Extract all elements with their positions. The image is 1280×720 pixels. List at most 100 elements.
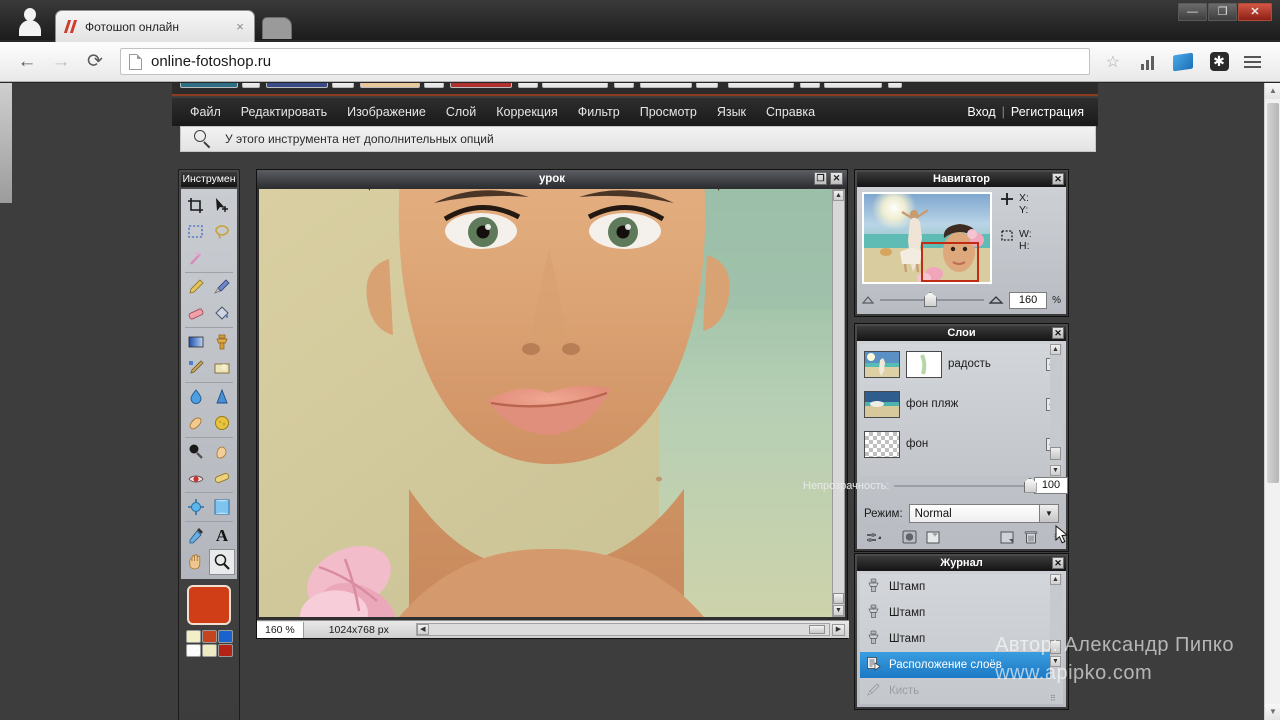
paint-bucket-tool[interactable]: [209, 300, 235, 326]
maximize-button[interactable]: ❐: [1208, 3, 1237, 21]
table-row[interactable]: фон пляж ✓: [860, 384, 1063, 424]
extension-blue-icon[interactable]: [1166, 45, 1200, 79]
menu-layer[interactable]: Слой: [436, 101, 486, 123]
blur-tool[interactable]: [183, 384, 209, 410]
layers-scroll-up-arrow[interactable]: ▲: [1050, 344, 1061, 355]
burn-tool[interactable]: [183, 439, 209, 465]
red-eye-tool[interactable]: [183, 465, 209, 491]
marquee-select-tool[interactable]: [183, 219, 209, 245]
blend-mode-select[interactable]: Normal ▼: [908, 504, 1059, 523]
toolbar-chip[interactable]: [424, 83, 444, 88]
toolbar-chip[interactable]: [242, 83, 260, 88]
address-bar[interactable]: online-fotoshop.ru: [120, 48, 1090, 75]
zoom-out-icon[interactable]: [861, 291, 875, 309]
toolbar-chip[interactable]: [696, 83, 718, 88]
pencil-tool[interactable]: [183, 274, 209, 300]
image-canvas[interactable]: [259, 189, 833, 617]
toolbar-chip[interactable]: [180, 83, 238, 88]
page-scrollbar[interactable]: ▲ ▼: [1264, 83, 1280, 720]
eraser-tool[interactable]: [183, 300, 209, 326]
zoom-slider-knob[interactable]: [923, 292, 937, 307]
toolbar-chip[interactable]: [332, 83, 354, 88]
bookmark-star-icon[interactable]: ☆: [1098, 52, 1128, 72]
toolbar-chip[interactable]: [450, 83, 512, 88]
hscroll-grip[interactable]: [809, 625, 825, 634]
type-tool[interactable]: A: [209, 523, 235, 549]
history-scroll-thumb[interactable]: [1050, 640, 1061, 654]
list-item[interactable]: Штамп: [860, 574, 1063, 600]
menu-language[interactable]: Язык: [707, 101, 756, 123]
close-button[interactable]: ✕: [1238, 3, 1272, 21]
primary-color-swatch[interactable]: [187, 585, 231, 625]
layers-scrollbar[interactable]: ▲ ▼: [1050, 344, 1063, 476]
swatch-3[interactable]: [185, 644, 201, 657]
sponge-tool[interactable]: [209, 410, 235, 436]
zoom-in-icon[interactable]: [988, 291, 1004, 309]
image-restore-button[interactable]: ❐: [814, 172, 827, 185]
list-item[interactable]: Штамп: [860, 626, 1063, 652]
forward-icon[interactable]: →: [44, 45, 78, 79]
navigator-close-icon[interactable]: ✕: [1052, 173, 1064, 185]
dodge-tool[interactable]: [209, 355, 235, 381]
table-row[interactable]: фон ✓: [860, 424, 1063, 464]
history-scrollbar[interactable]: ▲ ▼ ⠿: [1050, 574, 1063, 704]
register-link[interactable]: Регистрация: [1005, 101, 1090, 123]
browser-menu-icon[interactable]: [1238, 55, 1270, 68]
delete-layer-button[interactable]: [1023, 530, 1039, 545]
list-item[interactable]: Кисть: [860, 678, 1063, 704]
pinch-tool[interactable]: [209, 494, 235, 520]
image-close-button[interactable]: ✕: [830, 172, 843, 185]
menu-view[interactable]: Просмотр: [630, 101, 707, 123]
move-tool[interactable]: [209, 193, 235, 219]
scroll-up-arrow[interactable]: ▲: [833, 190, 844, 201]
toolbar-chip[interactable]: [360, 83, 420, 88]
gradient-tool[interactable]: [183, 329, 209, 355]
tab-close-icon[interactable]: ×: [232, 19, 248, 34]
history-resize-grip[interactable]: ⠿: [1050, 694, 1056, 703]
layer-thumbnail[interactable]: [864, 430, 900, 458]
opacity-value[interactable]: 100: [1034, 477, 1068, 494]
new-tab-button[interactable]: [262, 17, 292, 39]
clone-stamp-tool[interactable]: [209, 329, 235, 355]
hand-paint-tool[interactable]: [209, 439, 235, 465]
page-scroll-thumb[interactable]: [1267, 103, 1279, 483]
sharpen-tool[interactable]: [209, 384, 235, 410]
crop-tool[interactable]: [183, 193, 209, 219]
table-row[interactable]: радость ✓: [860, 344, 1063, 384]
profile-avatar-icon[interactable]: [16, 6, 44, 36]
opacity-slider-track[interactable]: [894, 477, 1037, 493]
toolbar-chip[interactable]: [728, 83, 794, 88]
toolbar-chip[interactable]: [542, 83, 608, 88]
navigator-zoom-value[interactable]: 160: [1009, 291, 1048, 309]
bloat-tool[interactable]: [183, 494, 209, 520]
toolbar-chip[interactable]: [266, 83, 328, 88]
hand-tool[interactable]: [183, 549, 209, 575]
scroll-thumb[interactable]: [833, 593, 844, 604]
menu-edit[interactable]: Редактировать: [231, 101, 337, 123]
swatch-1[interactable]: [201, 630, 217, 643]
menu-file[interactable]: Файл: [180, 101, 231, 123]
login-link[interactable]: Вход: [961, 101, 1001, 123]
toolbar-chip[interactable]: [888, 83, 902, 88]
hscroll-left-arrow[interactable]: ◀: [416, 624, 429, 635]
reload-icon[interactable]: ⟳: [78, 45, 112, 79]
image-horizontal-scrollbar[interactable]: ◀: [415, 623, 830, 636]
finger-smudge-tool[interactable]: [183, 410, 209, 436]
layers-close-icon[interactable]: ✕: [1052, 327, 1064, 339]
extension-star-icon[interactable]: ✱: [1202, 45, 1236, 79]
menu-image[interactable]: Изображение: [337, 101, 436, 123]
menu-filter[interactable]: Фильтр: [568, 101, 630, 123]
history-close-icon[interactable]: ✕: [1052, 557, 1064, 569]
navigator-viewport-rect[interactable]: [921, 242, 979, 282]
minimize-button[interactable]: —: [1178, 3, 1207, 21]
navigator-zoom-slider[interactable]: 160 %: [861, 291, 1061, 309]
history-scroll-up-arrow[interactable]: ▲: [1050, 574, 1061, 585]
menu-adjustment[interactable]: Коррекция: [486, 101, 567, 123]
layer-mask-thumbnail[interactable]: [906, 350, 942, 378]
layer-thumbnail[interactable]: [864, 390, 900, 418]
page-scroll-down-arrow[interactable]: ▼: [1265, 704, 1280, 720]
layers-scroll-down-arrow[interactable]: ▼: [1050, 465, 1061, 476]
list-item[interactable]: Расположение слоёв: [860, 652, 1063, 678]
layer-style-button[interactable]: [901, 530, 917, 545]
toolbar-chip[interactable]: [800, 83, 820, 88]
